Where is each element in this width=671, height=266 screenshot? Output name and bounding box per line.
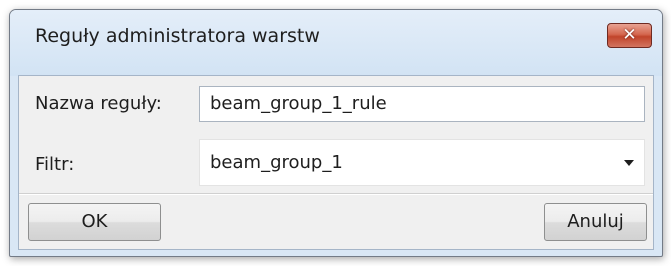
dialog-title: Reguły administratora warstw <box>35 25 320 47</box>
close-icon: ✕ <box>622 25 637 45</box>
cancel-button[interactable]: Anuluj <box>544 203 647 241</box>
dialog-content: Nazwa reguły: beam_group_1_rule Filtr: b… <box>18 75 654 250</box>
filter-selected-value: beam_group_1 <box>210 152 343 173</box>
title-bar[interactable]: Reguły administratora warstw ✕ <box>10 10 662 76</box>
rule-name-label: Nazwa reguły: <box>35 93 162 114</box>
ok-button[interactable]: OK <box>28 203 161 241</box>
filter-label: Filtr: <box>35 154 75 175</box>
filter-select[interactable]: beam_group_1 <box>199 139 645 186</box>
close-button[interactable]: ✕ <box>607 23 652 48</box>
layer-rules-dialog: Reguły administratora warstw ✕ Nazwa reg… <box>9 9 663 257</box>
chevron-down-icon[interactable] <box>624 160 634 166</box>
rule-name-input[interactable]: beam_group_1_rule <box>199 86 645 122</box>
divider <box>19 193 653 195</box>
